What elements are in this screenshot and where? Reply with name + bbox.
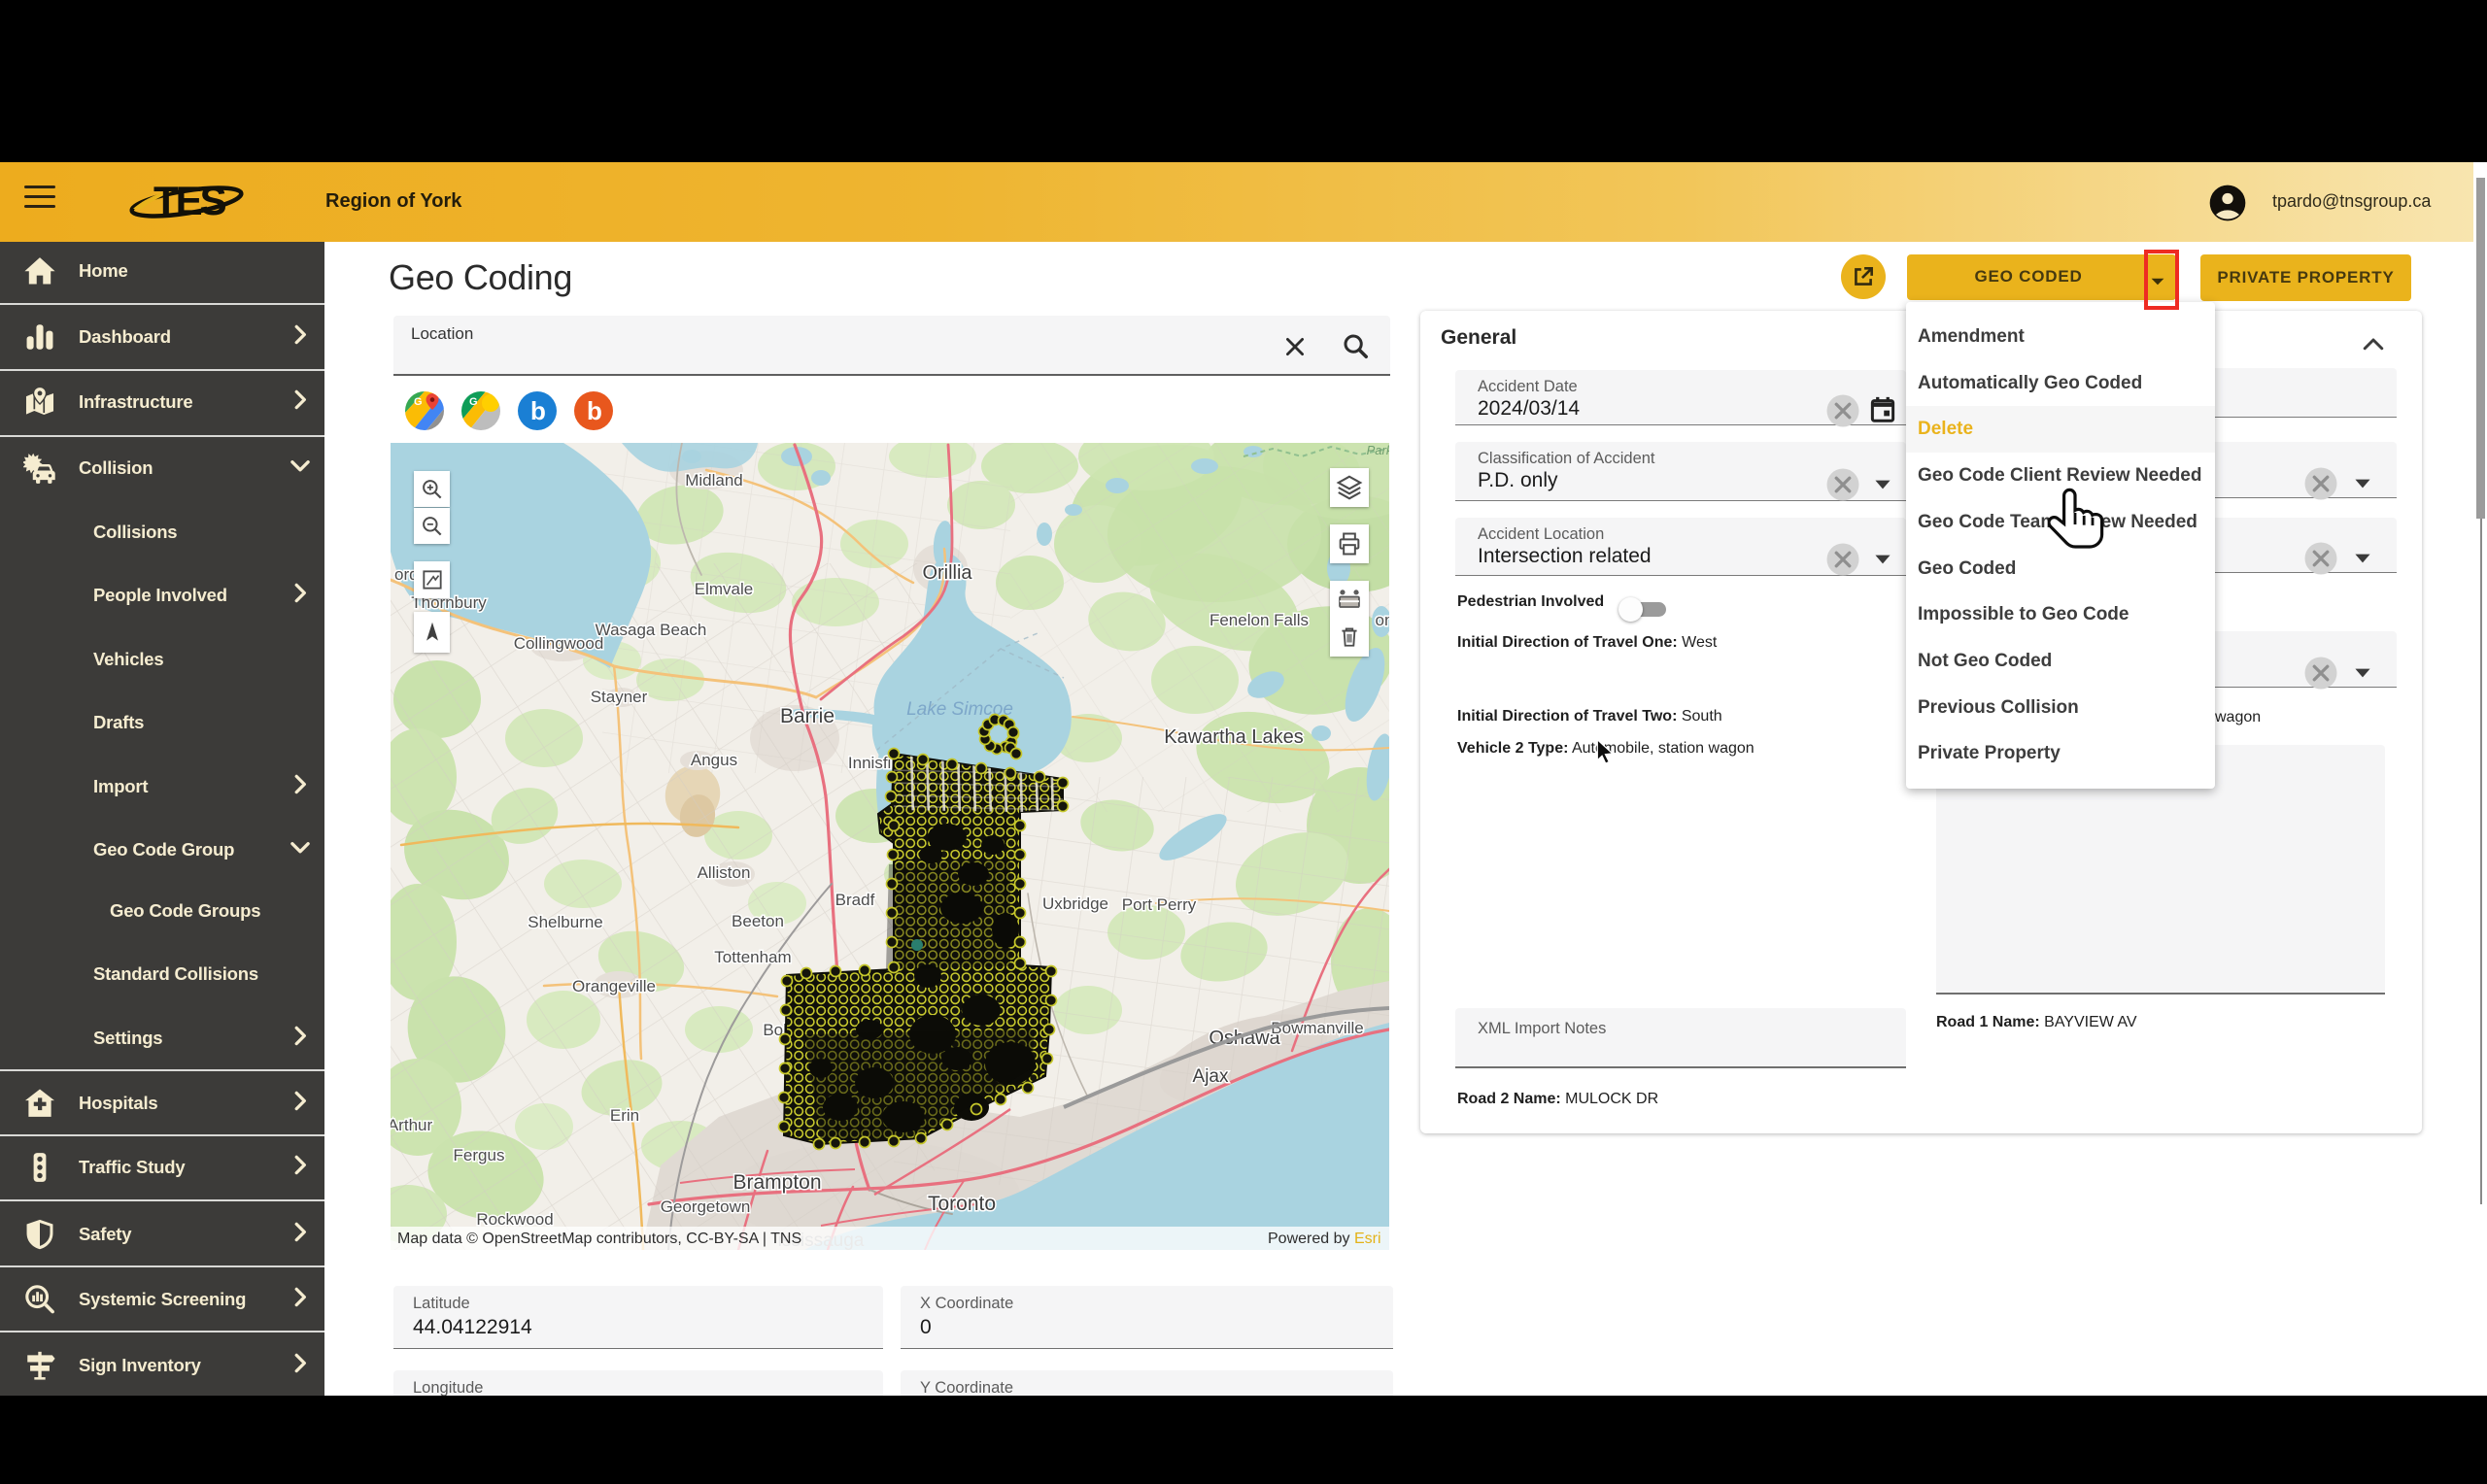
svg-text:Elmvale: Elmvale: [695, 580, 753, 598]
svg-text:Angus: Angus: [691, 751, 737, 769]
svg-text:Beeton: Beeton: [732, 912, 784, 930]
svg-text:Park: Park: [1367, 443, 1389, 457]
svg-text:Fenelon Falls: Fenelon Falls: [1209, 611, 1309, 629]
svg-text:Toronto: Toronto: [928, 1193, 996, 1215]
svg-text:Collingwood: Collingwood: [514, 634, 604, 653]
svg-text:Port Perry: Port Perry: [1122, 895, 1197, 914]
svg-text:Rockwood: Rockwood: [476, 1210, 553, 1229]
svg-text:Map data © OpenStreetMap contr: Map data © OpenStreetMap contributors, C…: [397, 1231, 801, 1247]
svg-text:Innisfil: Innisfil: [848, 754, 895, 772]
svg-text:Alliston: Alliston: [698, 863, 751, 882]
svg-text:Shelburne: Shelburne: [528, 913, 603, 931]
svg-text:Ajax: Ajax: [1193, 1066, 1229, 1087]
svg-text:Fergus: Fergus: [454, 1146, 505, 1164]
svg-text:Brampton: Brampton: [732, 1171, 821, 1194]
svg-text:b: b: [530, 396, 546, 425]
svg-text:Tottenham: Tottenham: [714, 948, 791, 966]
svg-text:Wasaga Beach: Wasaga Beach: [596, 621, 707, 639]
svg-text:Powered by Esri: Powered by Esri: [1268, 1231, 1381, 1247]
svg-text:Kawartha Lakes: Kawartha Lakes: [1164, 726, 1303, 748]
svg-text:Erin: Erin: [610, 1106, 639, 1125]
svg-text:Arthur: Arthur: [391, 1116, 432, 1134]
svg-text:Stayner: Stayner: [591, 688, 648, 706]
svg-text:on: on: [1376, 611, 1389, 629]
svg-text:b: b: [587, 396, 602, 425]
svg-text:Georgetown: Georgetown: [661, 1197, 751, 1216]
svg-text:G: G: [414, 396, 423, 408]
svg-text:G: G: [469, 396, 478, 408]
svg-text:Uxbridge: Uxbridge: [1042, 894, 1108, 913]
svg-text:Bradf: Bradf: [835, 891, 875, 909]
svg-text:TES: TES: [153, 178, 226, 223]
svg-text:Orangeville: Orangeville: [572, 977, 656, 995]
svg-text:Barrie: Barrie: [780, 705, 835, 727]
svg-text:Midland: Midland: [685, 471, 743, 489]
svg-text:Orillia: Orillia: [922, 562, 972, 584]
